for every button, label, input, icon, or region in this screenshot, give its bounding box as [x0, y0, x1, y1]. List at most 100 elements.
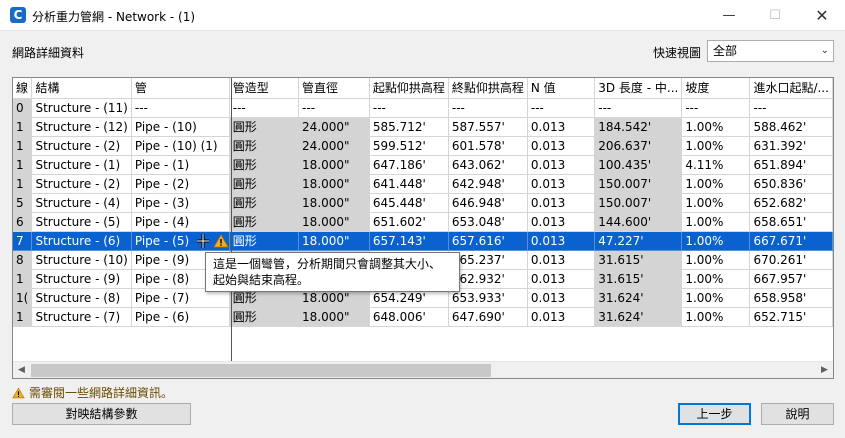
table-cell[interactable]: 18.000"	[298, 307, 370, 327]
table-cell[interactable]: ---	[131, 98, 230, 118]
table-cell[interactable]: 1.00%	[681, 288, 751, 308]
table-cell[interactable]: 653.933'	[448, 288, 528, 308]
table-cell[interactable]: Pipe - (2)	[131, 174, 230, 194]
table-cell[interactable]: 643.062'	[448, 155, 528, 175]
table-cell[interactable]: 1(	[13, 288, 33, 308]
table-cell[interactable]: 圓形	[229, 193, 300, 213]
table-cell[interactable]: Pipe - (6)	[131, 307, 230, 327]
column-header[interactable]: 終點仰拱高程	[448, 78, 528, 99]
table-cell[interactable]: Structure - (11)	[31, 98, 132, 118]
table-cell[interactable]: ---	[527, 98, 596, 118]
table-cell[interactable]: 642.948'	[448, 174, 528, 194]
table-row[interactable]: 1 Structure - (2) Pipe - (10) (1) 圓形 24.000"…	[13, 136, 833, 156]
column-header[interactable]: 坡度	[681, 78, 751, 99]
maximize-button[interactable]: ☐	[752, 0, 798, 31]
network-details-grid[interactable]: 線結構管管造型 管直徑 起點仰拱高程 終點仰拱高程 N 值 3D 長度 - 中... 坡度進…	[12, 77, 834, 379]
table-cell[interactable]: 662.932'	[448, 269, 528, 289]
table-cell[interactable]: 645.448'	[369, 193, 449, 213]
table-cell[interactable]: 圓形	[229, 307, 300, 327]
minimize-button[interactable]: —	[706, 0, 752, 31]
scroll-right-arrow-icon[interactable]: ▶	[816, 362, 833, 379]
table-cell[interactable]: 1.00%	[681, 117, 751, 137]
table-cell[interactable]: ---	[369, 98, 449, 118]
scroll-left-arrow-icon[interactable]: ◀	[13, 362, 30, 379]
table-cell[interactable]: 0.013	[527, 117, 596, 137]
table-cell[interactable]: 1.00%	[681, 212, 751, 232]
column-header[interactable]: 起點仰拱高程	[369, 78, 449, 99]
table-cell[interactable]: Structure - (4)	[31, 193, 132, 213]
table-cell[interactable]: 144.600'	[594, 212, 683, 232]
table-cell[interactable]: 1.00%	[681, 250, 751, 270]
table-cell[interactable]: 0	[13, 98, 33, 118]
table-cell[interactable]: 1	[13, 307, 33, 327]
table-cell[interactable]: 641.448'	[369, 174, 449, 194]
column-header[interactable]: N 值	[527, 78, 596, 99]
table-cell[interactable]: 0.013	[527, 307, 596, 327]
table-cell[interactable]: 646.948'	[448, 193, 528, 213]
help-button[interactable]: 說明	[761, 403, 834, 425]
table-cell[interactable]: 5	[13, 193, 33, 213]
horizontal-scrollbar[interactable]: ◀ ▶	[13, 361, 833, 378]
table-cell[interactable]: 圓形	[229, 155, 300, 175]
table-cell[interactable]: 18.000"	[298, 231, 370, 251]
column-header[interactable]: 線	[13, 78, 33, 99]
table-cell[interactable]: 1	[13, 155, 33, 175]
table-cell[interactable]: Pipe - (10) (1)	[131, 136, 230, 156]
table-cell[interactable]: 599.512'	[369, 136, 449, 156]
table-cell[interactable]: Structure - (2)	[31, 136, 132, 156]
table-cell[interactable]: 18.000"	[298, 212, 370, 232]
table-cell[interactable]: 24.000"	[298, 117, 370, 137]
table-cell[interactable]: 7	[13, 231, 33, 251]
table-row[interactable]: 1 Structure - (7) Pipe - (6) 圓形 18.000" 648.0…	[13, 307, 833, 327]
table-cell[interactable]: 651.602'	[369, 212, 449, 232]
back-button[interactable]: 上一步	[678, 403, 751, 425]
table-cell[interactable]: 1.00%	[681, 174, 751, 194]
close-button[interactable]: ✕	[799, 0, 845, 31]
table-cell[interactable]: 1.00%	[681, 231, 751, 251]
table-row[interactable]: 6 Structure - (5) Pipe - (4) 圓形 18.000" 651.6…	[13, 212, 833, 232]
table-cell[interactable]: Structure - (2)	[31, 174, 132, 194]
table-cell[interactable]: 31.624'	[594, 307, 683, 327]
table-cell[interactable]: 0.013	[527, 155, 596, 175]
table-row[interactable]: 0 Structure - (11) --- --- --- --- --- --- --- --…	[13, 98, 833, 118]
table-cell[interactable]: 100.435'	[594, 155, 683, 175]
table-row[interactable]: 1 Structure - (12) Pipe - (10) 圓形 24.000" 585…	[13, 117, 833, 137]
table-cell[interactable]: ---	[749, 98, 833, 118]
table-row[interactable]: 5 Structure - (4) Pipe - (3) 圓形 18.000" 645.4…	[13, 193, 833, 213]
table-cell[interactable]: Pipe - (4)	[131, 212, 230, 232]
table-cell[interactable]: ---	[298, 98, 370, 118]
table-cell[interactable]: Structure - (10)	[31, 250, 132, 270]
table-cell[interactable]: 658.958'	[749, 288, 833, 308]
warning-icon[interactable]	[213, 234, 229, 248]
table-cell[interactable]: 585.712'	[369, 117, 449, 137]
table-cell[interactable]: 667.671'	[749, 231, 833, 251]
table-cell[interactable]: Structure - (1)	[31, 155, 132, 175]
map-structure-params-button[interactable]: 對映結構參數	[12, 403, 191, 425]
table-cell[interactable]: 4.11%	[681, 155, 751, 175]
table-cell[interactable]: Pipe - (3)	[131, 193, 230, 213]
table-cell[interactable]: 650.836'	[749, 174, 833, 194]
table-cell[interactable]: 657.143'	[369, 231, 449, 251]
table-cell[interactable]: 31.615'	[594, 269, 683, 289]
table-row[interactable]: 7 Structure - (6) Pipe - (5) 圓形 18.000" 657.1…	[13, 231, 833, 251]
table-cell[interactable]: 0.013	[527, 212, 596, 232]
scroll-thumb[interactable]	[31, 364, 491, 377]
table-cell[interactable]: Structure - (5)	[31, 212, 132, 232]
table-cell[interactable]: 0.013	[527, 250, 596, 270]
table-cell[interactable]: 18.000"	[298, 155, 370, 175]
table-cell[interactable]: ---	[448, 98, 528, 118]
table-cell[interactable]: 658.651'	[749, 212, 833, 232]
quick-view-select[interactable]: 全部 ⌄	[707, 40, 834, 62]
table-cell[interactable]: 圓形	[229, 231, 300, 251]
table-cell[interactable]: 1	[13, 269, 33, 289]
table-cell[interactable]: 587.557'	[448, 117, 528, 137]
table-cell[interactable]: 0.013	[527, 288, 596, 308]
table-cell[interactable]: 圓形	[229, 136, 300, 156]
table-row[interactable]: 1 Structure - (1) Pipe - (1) 圓形 18.000" 647.1…	[13, 155, 833, 175]
table-cell[interactable]: Structure - (6)	[31, 231, 132, 251]
column-header[interactable]: 結構	[31, 78, 132, 99]
table-cell[interactable]: ---	[594, 98, 683, 118]
table-cell[interactable]: 0.013	[527, 136, 596, 156]
table-cell[interactable]: 0.013	[527, 269, 596, 289]
table-cell[interactable]: 631.392'	[749, 136, 833, 156]
